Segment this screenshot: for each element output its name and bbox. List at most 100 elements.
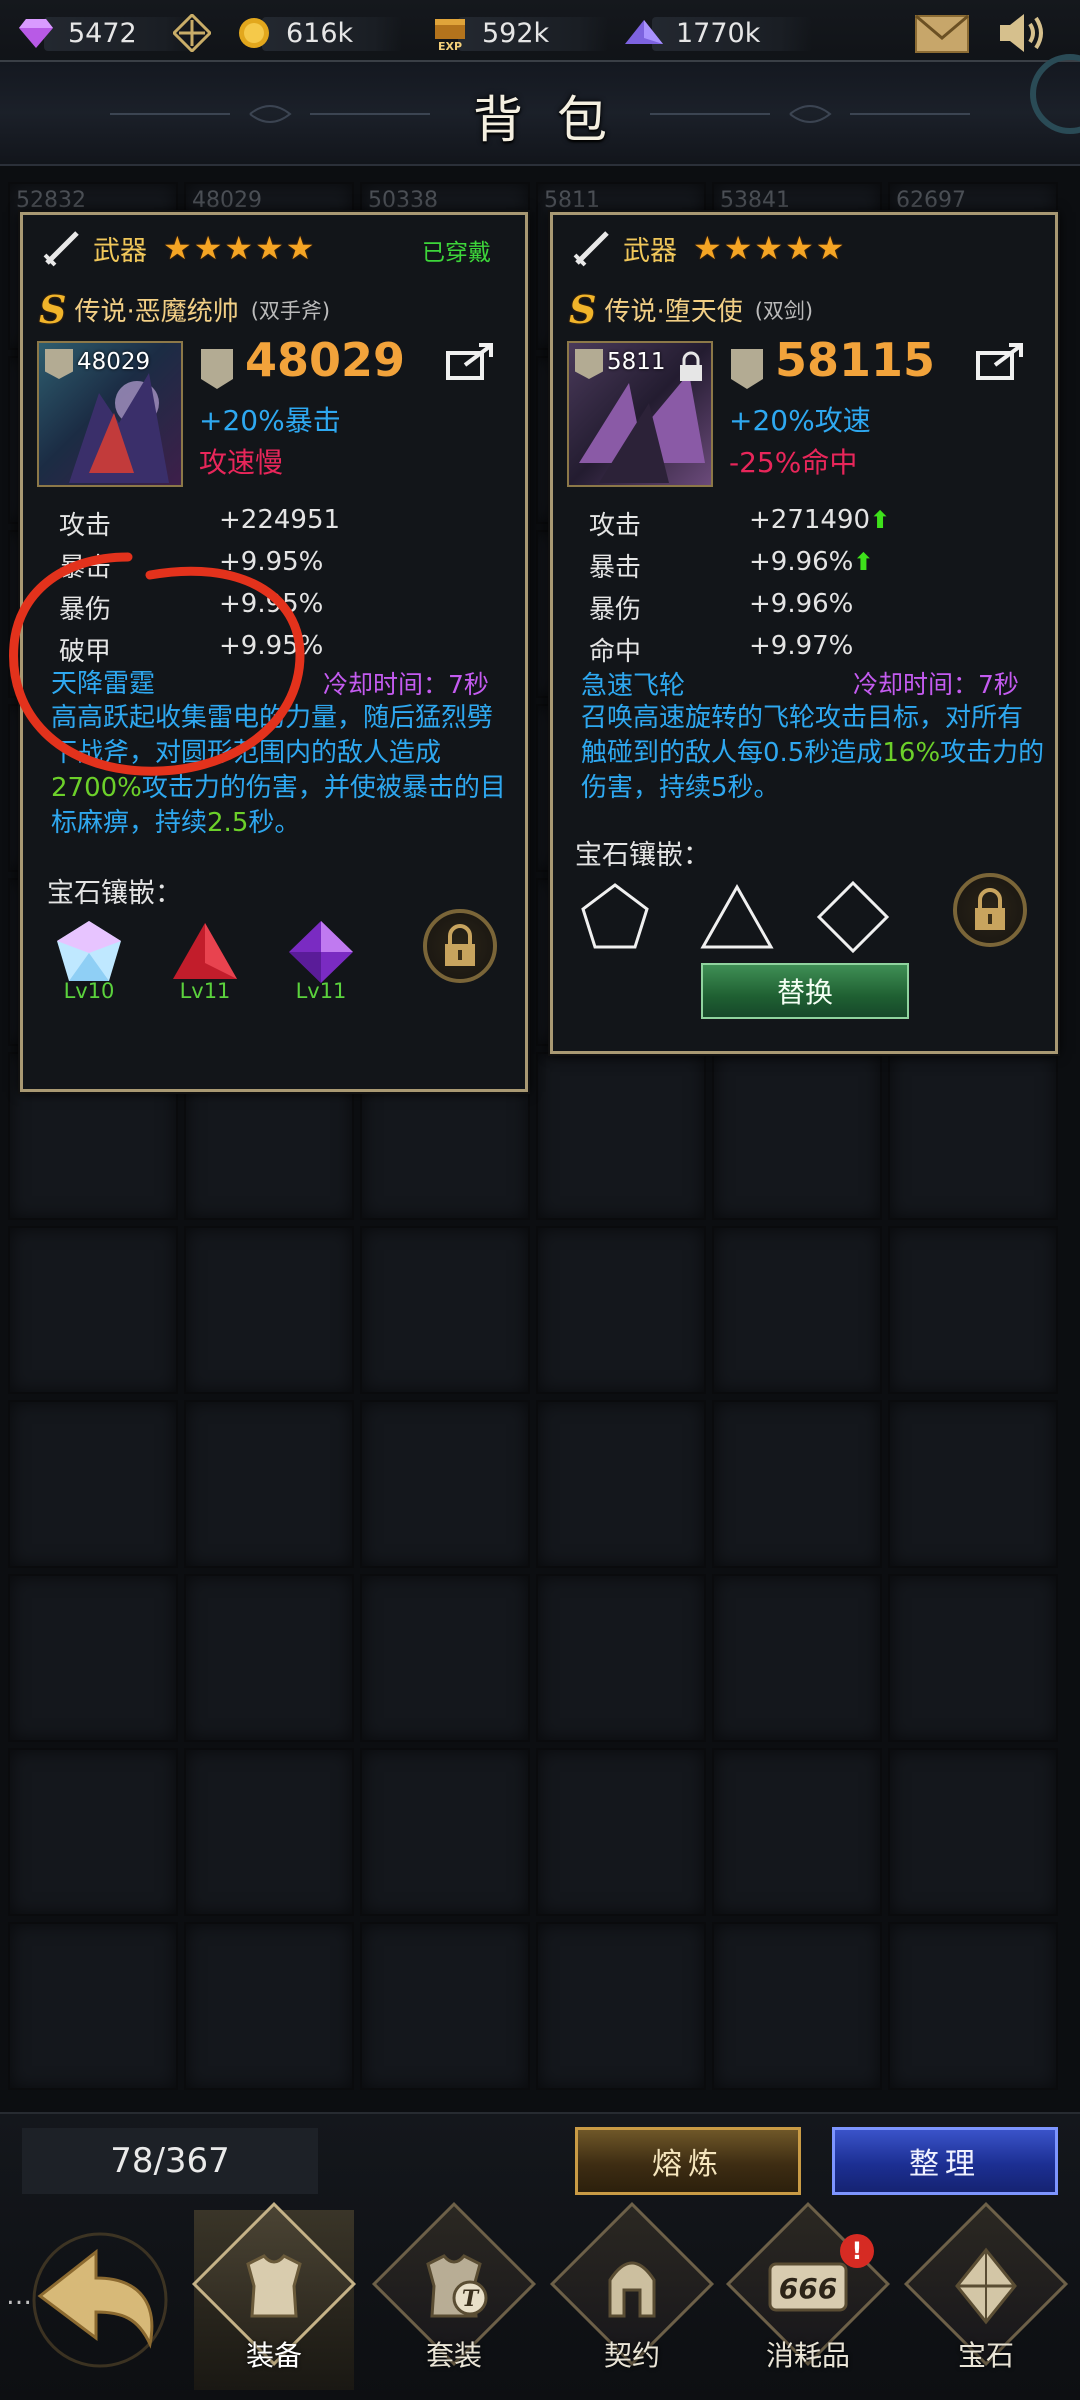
inventory-slot[interactable]: [360, 1226, 530, 1394]
exp-chest-icon: EXP: [428, 11, 472, 55]
inventory-slot[interactable]: [712, 1226, 882, 1394]
inventory-slot[interactable]: [360, 1400, 530, 1568]
item-type: (双剑): [754, 298, 814, 323]
nav-label: 契约: [603, 2339, 660, 2372]
inventory-slot[interactable]: [8, 1748, 178, 1916]
nav-tab-equipment[interactable]: 装备: [191, 2201, 357, 2390]
power-icon: [731, 349, 763, 389]
pentagon-slot-icon[interactable]: [577, 879, 653, 955]
item-thumbnail: 5811: [567, 341, 713, 487]
swap-button[interactable]: 替换: [701, 963, 909, 1019]
inventory-slot[interactable]: [360, 1748, 530, 1916]
lock-button[interactable]: [423, 909, 497, 983]
resource-gems[interactable]: 5472: [14, 10, 194, 56]
triangle-slot-icon[interactable]: [699, 879, 775, 955]
resource-crosshair[interactable]: [170, 10, 214, 56]
item-card-compare[interactable]: 武器 ★ ★ ★ ★ ★ S 传说·堕天使 (双剑) 5811 58115 +20%攻速…: [550, 212, 1058, 1054]
gem-label: 宝石镶嵌：: [575, 840, 710, 871]
mail-icon[interactable]: [914, 14, 970, 58]
inventory-slot[interactable]: [184, 1922, 354, 2090]
inventory-slot[interactable]: [536, 1226, 706, 1394]
inventory-slot[interactable]: [184, 1400, 354, 1568]
inventory-slot[interactable]: [536, 1574, 706, 1742]
armor-icon: [194, 2246, 354, 2339]
equipped-badge: 已穿戴: [422, 240, 491, 266]
inventory-slot[interactable]: [8, 1922, 178, 2090]
inventory-slot[interactable]: [184, 1574, 354, 1742]
gem-level: Lv10: [63, 979, 115, 1003]
armor-set-icon: T: [374, 2246, 534, 2339]
stat-label: 命中: [589, 637, 642, 667]
inventory-slot[interactable]: [536, 1052, 706, 1220]
inventory-slot[interactable]: [712, 1574, 882, 1742]
item-name: 传说·恶魔统帅: [74, 297, 239, 327]
svg-text:T: T: [462, 2286, 480, 2312]
nav-tab-consumables[interactable]: 666 ! 消耗品: [725, 2201, 891, 2390]
resource-exp[interactable]: EXP 592k: [428, 10, 608, 56]
skill-description: 召唤高速旋转的飞轮攻击目标，对所有触碰到的敌人每0.5秒造成16%攻击力的伤害，…: [581, 703, 1045, 803]
item-card-equipped[interactable]: 武器 ★ ★ ★ ★ ★ 已穿戴 S 传说·恶魔统帅 (双手斧) 48029 48029…: [20, 212, 528, 1092]
stat-label: 暴伤: [589, 595, 642, 625]
stat-label: 暴伤: [59, 595, 112, 625]
inventory-slot[interactable]: [536, 1922, 706, 2090]
inventory-slot[interactable]: [184, 1748, 354, 1916]
inventory-slot[interactable]: [888, 1052, 1058, 1220]
inventory-slot[interactable]: [8, 1400, 178, 1568]
rarity-s-icon: S: [569, 287, 597, 332]
inventory-slot[interactable]: [536, 1400, 706, 1568]
inventory-slot[interactable]: [712, 1748, 882, 1916]
stat-value: +9.96%⬆: [749, 547, 874, 577]
title-bar: 背包: [0, 54, 1080, 166]
stat-label: 攻击: [589, 511, 642, 541]
stat-label: 攻击: [59, 511, 112, 541]
sound-icon[interactable]: [996, 10, 1048, 60]
capacity-counter: 78/367: [22, 2128, 318, 2194]
gem-slot[interactable]: Lv11: [281, 919, 361, 1009]
inventory-slot[interactable]: [184, 1226, 354, 1394]
inventory-slot[interactable]: [712, 1922, 882, 2090]
sword-icon: [573, 231, 609, 267]
inventory-slot[interactable]: [712, 1052, 882, 1220]
spartan-helmet-icon: [552, 2246, 712, 2339]
nav-tab-sets[interactable]: T 套装: [371, 2201, 537, 2390]
sort-button[interactable]: 整理: [832, 2127, 1058, 2195]
smelt-button[interactable]: 熔炼: [575, 2127, 801, 2195]
inventory-slot[interactable]: [888, 1400, 1058, 1568]
nav-tab-gems[interactable]: 宝石: [903, 2201, 1069, 2390]
stat-value: +9.95%: [219, 547, 324, 577]
slot-power-tag: 62697: [896, 188, 966, 213]
back-button[interactable]: …: [0, 2200, 190, 2400]
inventory-slot[interactable]: [360, 1574, 530, 1742]
inventory-slot[interactable]: [536, 1748, 706, 1916]
purple-crystal-pyramid-icon: [622, 11, 666, 55]
share-icon[interactable]: [445, 341, 497, 381]
inventory-slot[interactable]: [8, 1574, 178, 1742]
inventory-slot[interactable]: [888, 1226, 1058, 1394]
power-value: 48029: [245, 333, 406, 387]
resource-crystal[interactable]: 1770k: [622, 10, 812, 56]
svg-text:…: …: [6, 2281, 32, 2311]
inventory-slot[interactable]: [712, 1400, 882, 1568]
gem-icon: [906, 2246, 1066, 2339]
inventory-slot[interactable]: [8, 1226, 178, 1394]
resource-gold[interactable]: 616k: [232, 10, 402, 56]
slot-power-tag: 53841: [720, 188, 790, 213]
lock-button[interactable]: [953, 873, 1027, 947]
power-value: 58115: [775, 333, 936, 387]
stat-value: +9.95%: [219, 631, 324, 661]
nav-label: 宝石: [957, 2339, 1014, 2372]
skill-cooldown: 冷却时间：7秒: [853, 670, 1019, 699]
inventory-slot[interactable]: [888, 1748, 1058, 1916]
gem-slot[interactable]: Lv11: [165, 919, 245, 1009]
inventory-slot[interactable]: [888, 1922, 1058, 2090]
power-icon: [201, 349, 233, 389]
nav-tab-contract[interactable]: 契约: [549, 2201, 715, 2390]
diamond-slot-icon[interactable]: [815, 879, 891, 955]
bonus-crit: +20%暴击: [199, 404, 341, 437]
share-icon[interactable]: [975, 341, 1027, 381]
nav-label: 装备: [245, 2339, 302, 2372]
inventory-slot[interactable]: [360, 1922, 530, 2090]
inventory-slot[interactable]: [888, 1574, 1058, 1742]
gem-slot[interactable]: Lv10: [49, 919, 129, 1009]
ruby-gem-icon: [173, 923, 237, 979]
